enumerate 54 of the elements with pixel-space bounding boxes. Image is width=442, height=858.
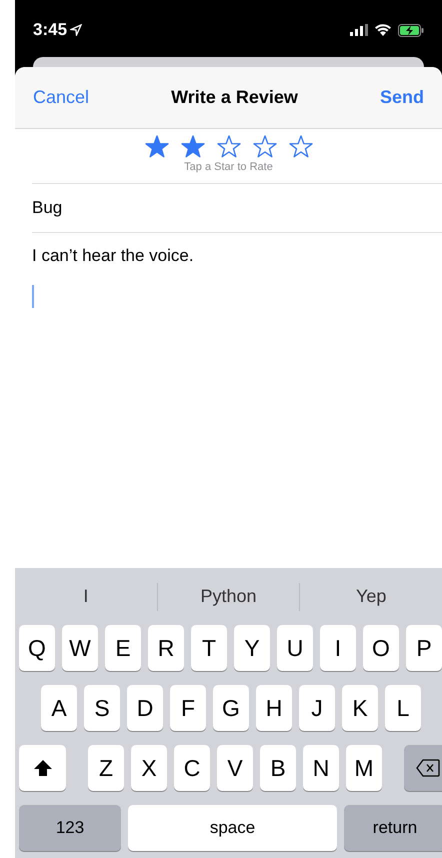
battery-charging-icon xyxy=(398,24,424,36)
keyboard-key[interactable]: Z xyxy=(88,745,124,791)
empty-star-icon[interactable] xyxy=(288,135,312,158)
keyboard-key[interactable]: R xyxy=(148,625,184,671)
keyboard-key[interactable]: B xyxy=(260,745,296,791)
keyboard-key[interactable]: I xyxy=(320,625,356,671)
location-arrow-icon xyxy=(70,24,82,36)
filled-star-icon[interactable] xyxy=(180,135,204,158)
numbers-key[interactable]: 123 xyxy=(19,805,121,851)
shift-key[interactable] xyxy=(19,745,66,791)
keyboard-key[interactable]: A xyxy=(41,685,77,731)
keyboard-key[interactable]: S xyxy=(84,685,120,731)
keyboard-key[interactable]: Q xyxy=(19,625,55,671)
keyboard-key[interactable]: H xyxy=(256,685,292,731)
keyboard-key[interactable]: L xyxy=(385,685,421,731)
filled-star-icon[interactable] xyxy=(144,135,168,158)
suggestion[interactable]: Yep xyxy=(300,583,442,610)
keyboard-key[interactable]: J xyxy=(299,685,335,731)
page-title: Write a Review xyxy=(170,86,299,109)
keyboard-key[interactable]: W xyxy=(62,625,98,671)
keyboard-key[interactable]: D xyxy=(127,685,163,731)
keyboard-key[interactable]: G xyxy=(213,685,249,731)
review-text: I can’t hear the voice. xyxy=(32,244,195,266)
suggestion[interactable]: Python xyxy=(158,583,300,610)
suggestion[interactable]: I xyxy=(15,583,157,610)
keyboard-key[interactable]: Y xyxy=(234,625,270,671)
backspace-icon xyxy=(416,759,440,777)
star-rating[interactable] xyxy=(144,135,312,158)
keyboard-key[interactable]: U xyxy=(277,625,313,671)
send-button[interactable]: Send xyxy=(380,84,424,111)
empty-star-icon[interactable] xyxy=(216,135,240,158)
keyboard-key[interactable]: X xyxy=(131,745,167,791)
wifi-icon xyxy=(375,24,391,36)
keyboard-key[interactable]: F xyxy=(170,685,206,731)
keyboard-key[interactable]: N xyxy=(303,745,339,791)
keyboard-key[interactable]: C xyxy=(174,745,210,791)
keyboard-key[interactable]: P xyxy=(406,625,442,671)
text-cursor xyxy=(32,285,34,308)
keyboard-key[interactable]: K xyxy=(342,685,378,731)
rating-hint: Tap a Star to Rate xyxy=(184,160,273,175)
keyboard-key[interactable]: T xyxy=(191,625,227,671)
status-time: 3:45 xyxy=(33,19,68,42)
keyboard-key[interactable]: E xyxy=(105,625,141,671)
empty-star-icon[interactable] xyxy=(252,135,276,158)
keyboard-key[interactable]: V xyxy=(217,745,253,791)
delete-key[interactable] xyxy=(404,745,442,791)
shift-arrow-icon xyxy=(32,759,52,777)
return-key[interactable]: return xyxy=(344,805,442,851)
review-text-area[interactable]: I can’t hear the voice. xyxy=(15,232,442,568)
keyboard-key[interactable]: O xyxy=(363,625,399,671)
cancel-button[interactable]: Cancel xyxy=(33,84,90,111)
signal-icon xyxy=(350,24,368,36)
keyboard-key[interactable]: M xyxy=(346,745,382,791)
space-key[interactable]: space xyxy=(128,805,337,851)
